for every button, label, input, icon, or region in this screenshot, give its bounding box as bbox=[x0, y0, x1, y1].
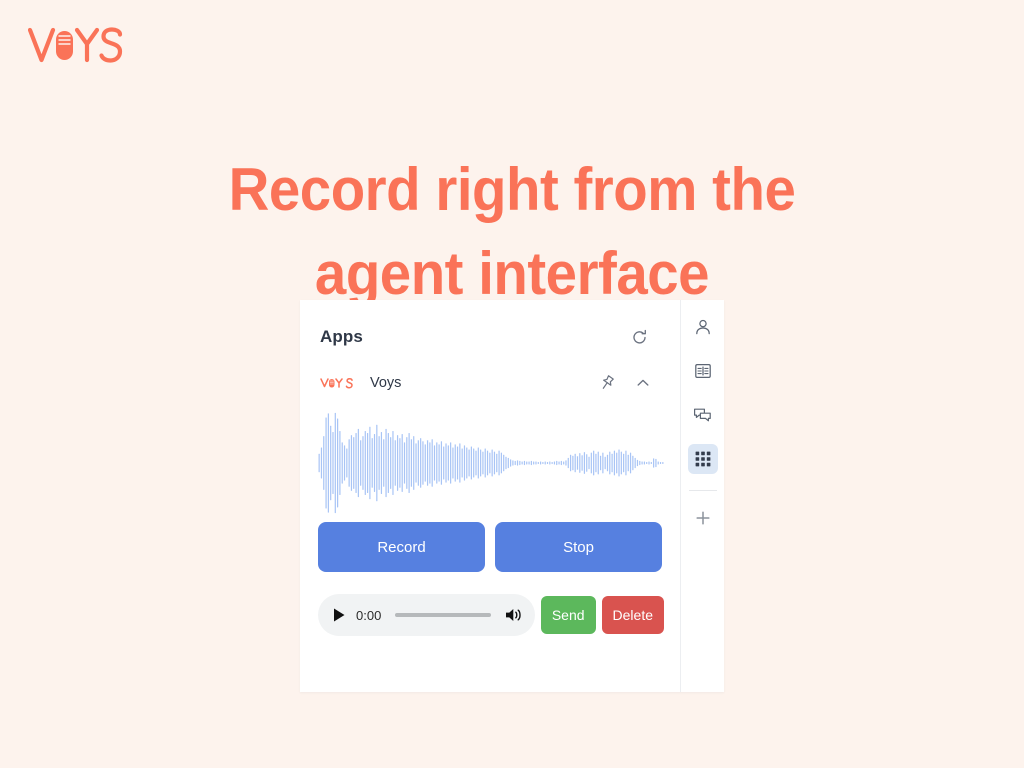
sidebar-item-person[interactable] bbox=[688, 312, 718, 342]
audio-player-row: 0:00 Send Delete bbox=[300, 594, 680, 636]
voys-brand-logo bbox=[28, 22, 128, 68]
apps-title: Apps bbox=[320, 327, 363, 346]
sidebar-item-contacts[interactable] bbox=[688, 356, 718, 386]
playback-time: 0:00 bbox=[356, 607, 382, 623]
chevron-up-icon[interactable] bbox=[632, 372, 654, 394]
app-name-label: Voys bbox=[370, 375, 402, 391]
sidebar-item-apps[interactable] bbox=[687, 444, 718, 474]
plus-icon bbox=[695, 511, 710, 525]
audio-player: 0:00 bbox=[318, 594, 535, 636]
apps-panel-body: Apps Voys Record Stop 0:00 Send Delete bbox=[300, 300, 680, 692]
sidebar-item-add[interactable] bbox=[688, 503, 718, 533]
contacts-book-icon bbox=[694, 363, 711, 379]
stop-button[interactable]: Stop bbox=[495, 522, 662, 572]
apps-panel-header: Apps bbox=[300, 300, 680, 348]
app-sidebar-rail bbox=[680, 300, 724, 692]
voys-logo-icon-small bbox=[320, 377, 353, 389]
pin-icon-glyph bbox=[602, 375, 614, 389]
volume-icon[interactable] bbox=[505, 607, 523, 623]
delete-button[interactable]: Delete bbox=[601, 596, 664, 634]
sidebar-item-chat[interactable] bbox=[688, 400, 718, 430]
voys-logo-icon bbox=[28, 27, 123, 63]
refresh-icon[interactable] bbox=[628, 326, 650, 348]
apps-panel: Apps Voys Record Stop 0:00 Send Delete bbox=[300, 300, 724, 692]
page-headline: Record right from the agent interface bbox=[31, 148, 994, 316]
refresh-icon-glyph bbox=[632, 329, 646, 343]
audio-waveform-canvas bbox=[318, 412, 664, 514]
sidebar-divider bbox=[688, 490, 717, 491]
recording-controls: Record Stop bbox=[300, 522, 680, 572]
send-button[interactable]: Send bbox=[540, 596, 596, 634]
seek-slider[interactable] bbox=[395, 613, 491, 617]
chevron-up-icon-glyph bbox=[637, 379, 649, 386]
person-icon bbox=[695, 319, 710, 335]
chat-bubbles-icon bbox=[694, 408, 711, 422]
app-list-item-voys[interactable]: Voys bbox=[300, 348, 680, 394]
record-button[interactable]: Record bbox=[318, 522, 485, 572]
pin-icon[interactable] bbox=[596, 372, 618, 394]
play-icon[interactable] bbox=[332, 607, 346, 623]
audio-waveform bbox=[300, 408, 680, 518]
apps-grid-icon bbox=[695, 451, 710, 467]
headline-line-1: Record right from the bbox=[228, 156, 796, 224]
